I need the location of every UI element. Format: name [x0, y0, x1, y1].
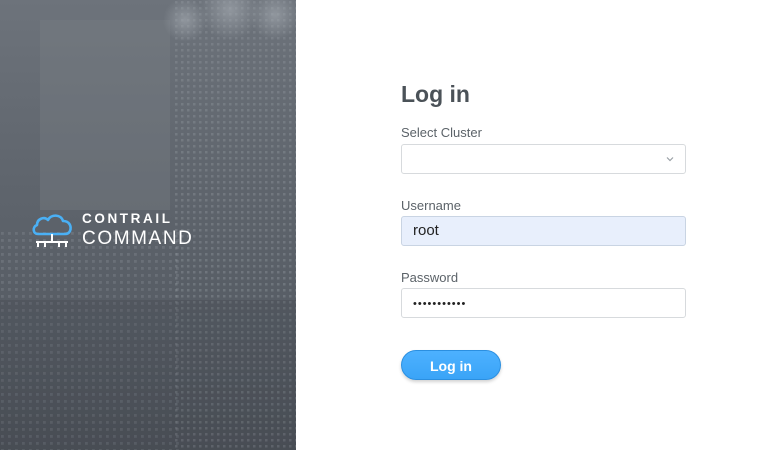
brand-name: CONTRAIL COMMAND	[82, 212, 193, 248]
brand-logo: CONTRAIL COMMAND	[30, 212, 193, 248]
cluster-select[interactable]	[401, 144, 686, 174]
login-form: Log in Select Cluster Username root Pass…	[401, 80, 686, 380]
password-label: Password	[401, 270, 459, 285]
brand-name-line1: CONTRAIL	[82, 211, 173, 227]
login-button[interactable]: Log in	[401, 350, 501, 380]
password-field[interactable]: •••••••••••	[401, 288, 686, 318]
password-value: •••••••••••	[413, 298, 467, 310]
username-label: Username	[401, 198, 461, 213]
username-value: root	[413, 222, 439, 239]
chevron-down-icon	[666, 157, 674, 162]
background-panel: CONTRAIL COMMAND	[0, 0, 296, 450]
page-title: Log in	[401, 81, 470, 107]
brand-name-line2: COMMAND	[82, 227, 194, 249]
username-field[interactable]: root	[401, 216, 686, 246]
cloud-network-icon	[32, 214, 72, 247]
cluster-label: Select Cluster	[401, 125, 482, 140]
